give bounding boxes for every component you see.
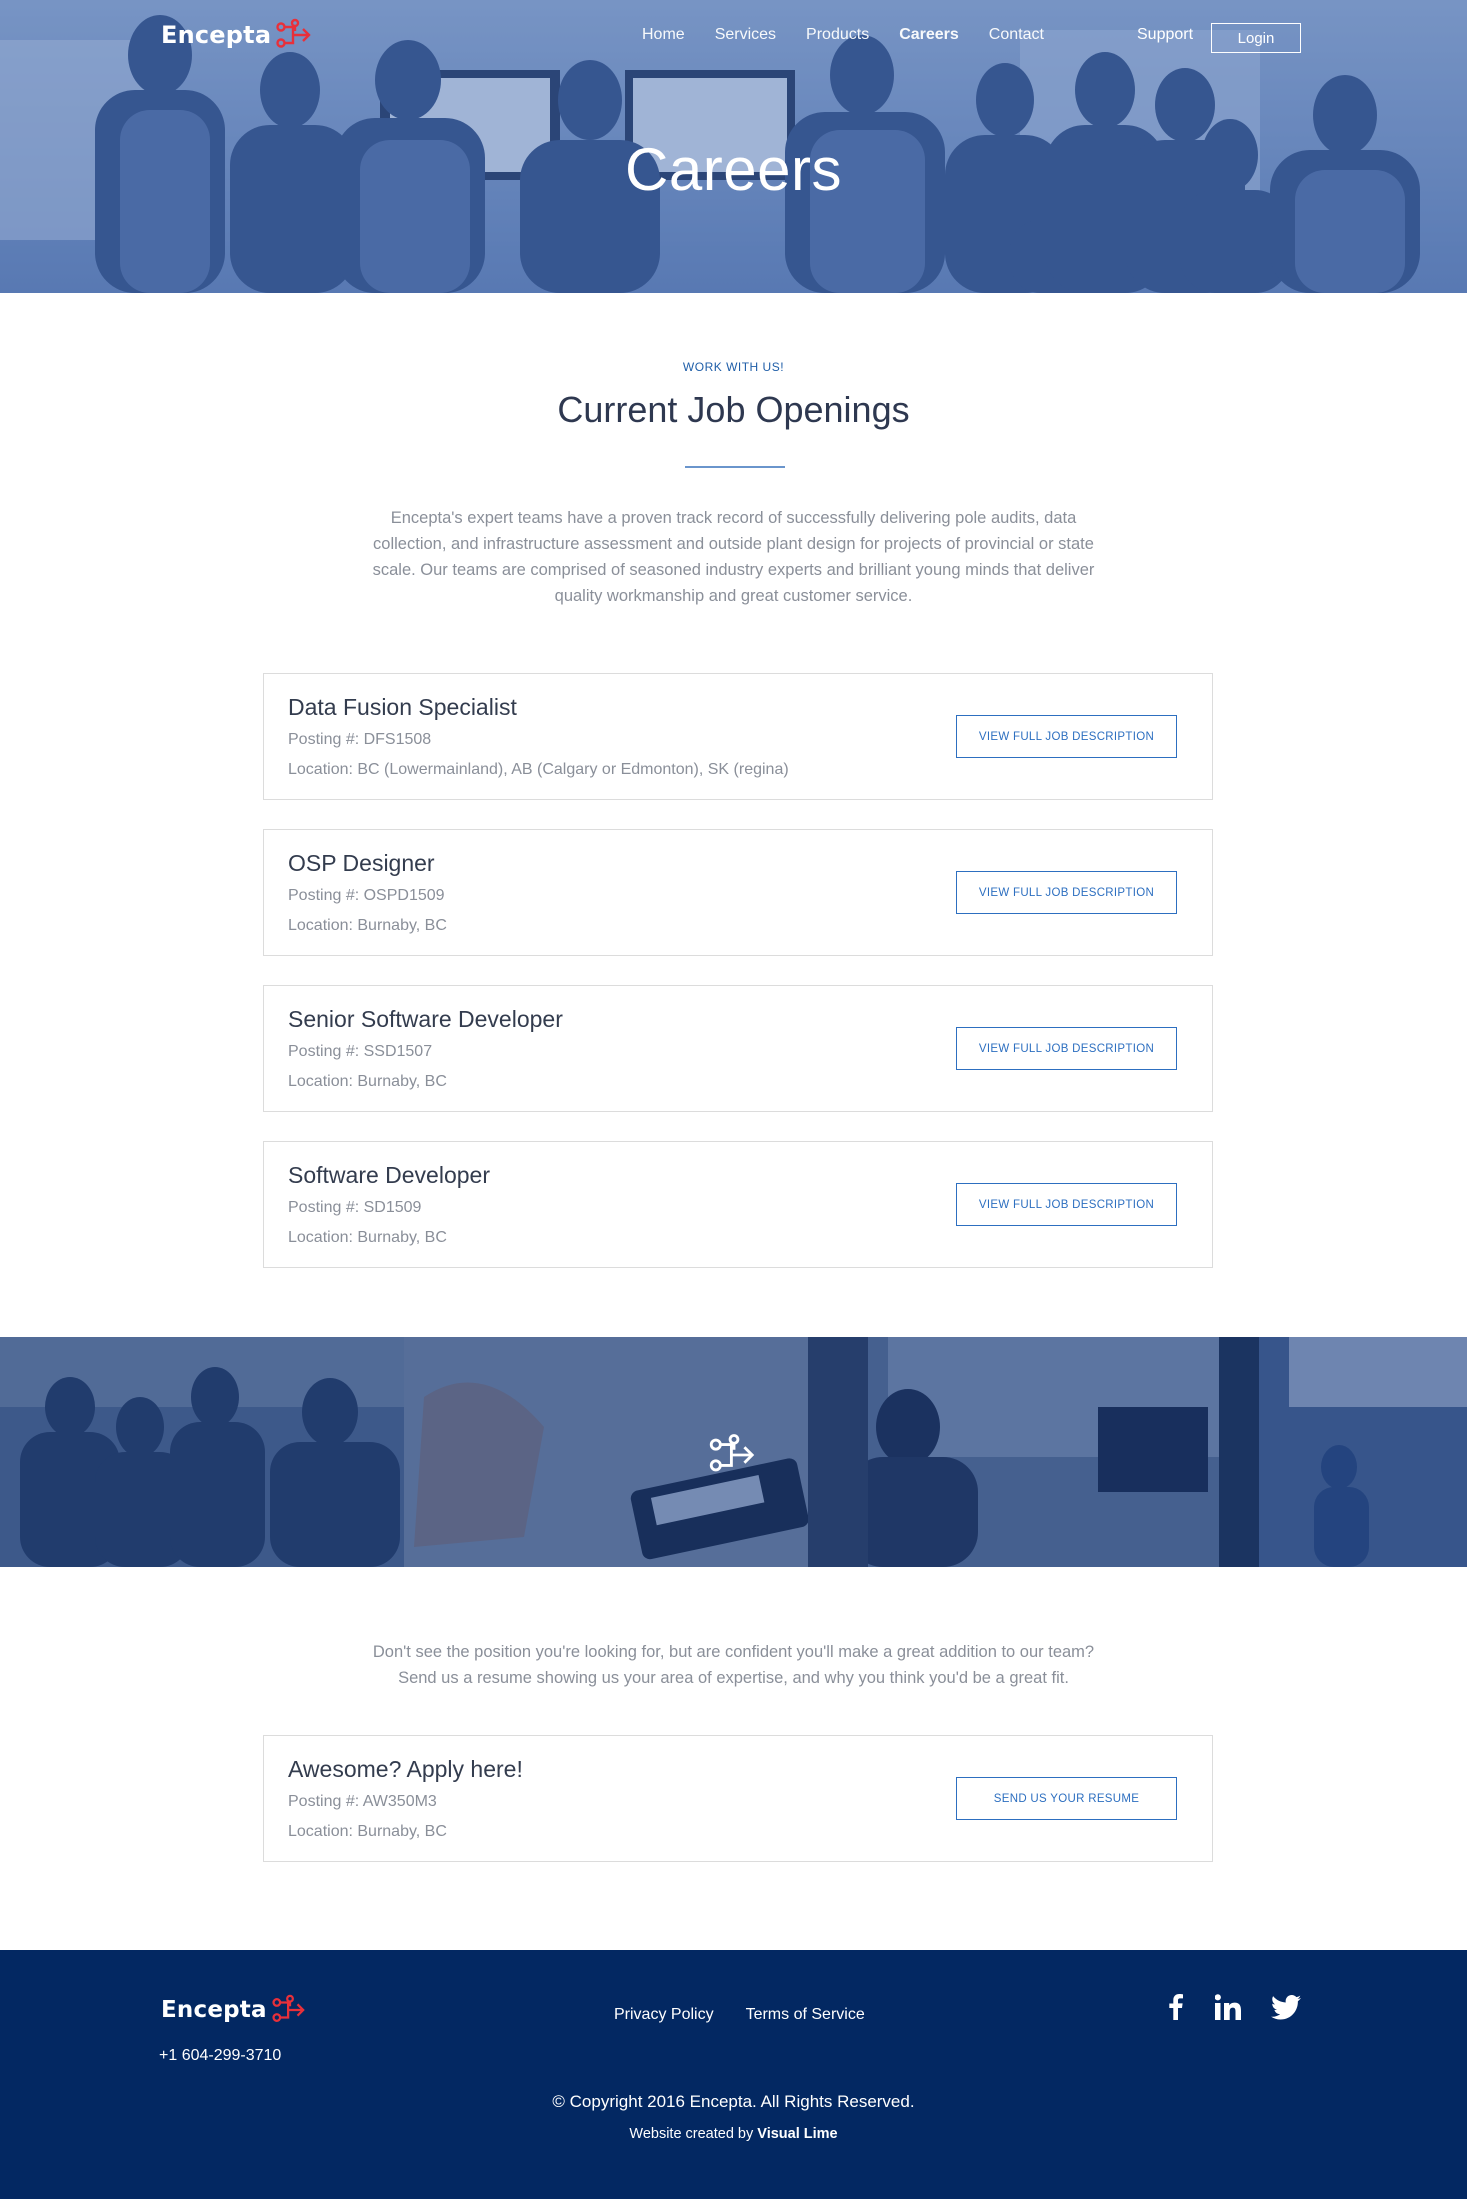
job-posting-number: Posting #: DFS1508: [288, 731, 432, 748]
cta-text: Don't see the position you're looking fo…: [0, 1639, 1467, 1691]
top-navigation: Encepta Home Services Products Careers C…: [0, 0, 1467, 76]
facebook-icon[interactable]: [1159, 1990, 1193, 2024]
cta-line-1: Don't see the position you're looking fo…: [372, 1643, 1095, 1661]
encepta-mark-icon: [709, 1434, 755, 1472]
logo-wordmark: Encepta: [161, 21, 272, 49]
job-title: Senior Software Developer: [288, 1006, 563, 1032]
logo-mark-icon: [272, 1994, 305, 2022]
send-resume-button[interactable]: SEND US YOUR RESUME: [956, 1777, 1177, 1820]
apply-section: Awesome? Apply here! Posting #: AW350M3 …: [263, 1735, 1213, 1862]
photo-tint: [808, 1337, 1219, 1567]
job-card: Software Developer Posting #: SD1509 Loc…: [263, 1141, 1213, 1268]
job-title: Data Fusion Specialist: [288, 694, 517, 720]
job-list: Data Fusion Specialist Posting #: DFS150…: [263, 673, 1213, 1297]
credit-link[interactable]: Visual Lime: [757, 2126, 837, 2142]
site-footer: Encepta +1 604-299-3710 Privacy Policy T…: [0, 1950, 1467, 2199]
logo-mark-icon: [276, 18, 311, 48]
job-location: Location: BC (Lowermainland), AB (Calgar…: [288, 761, 789, 778]
header-logo[interactable]: Encepta: [161, 18, 315, 52]
footer-logo[interactable]: Encepta: [161, 1994, 309, 2026]
photo-tint: [1219, 1337, 1467, 1567]
hero-banner: Encepta Home Services Products Careers C…: [0, 0, 1467, 293]
apply-card: Awesome? Apply here! Posting #: AW350M3 …: [263, 1735, 1213, 1862]
site-credit: Website created by Visual Lime: [0, 2126, 1467, 2142]
linkedin-icon[interactable]: [1211, 1990, 1245, 2024]
cta-line-2: Send us a resume showing us your area of…: [398, 1669, 1069, 1687]
view-job-description-button[interactable]: VIEW FULL JOB DESCRIPTION: [956, 715, 1177, 758]
job-location: Location: Burnaby, BC: [288, 917, 447, 934]
footer-links: Privacy Policy Terms of Service: [614, 2006, 897, 2024]
main-menu: Home Services Products Careers Contact: [642, 26, 1074, 44]
team-meeting-photo: [0, 1337, 404, 1567]
nav-products[interactable]: Products: [806, 26, 869, 44]
section-title: Current Job Openings: [557, 389, 910, 430]
twitter-icon[interactable]: [1269, 1990, 1303, 2024]
apply-location: Location: Burnaby, BC: [288, 1823, 447, 1840]
credit-prefix: Website created by: [629, 2126, 754, 2142]
job-location: Location: Burnaby, BC: [288, 1229, 447, 1246]
job-title: Software Developer: [288, 1162, 490, 1188]
job-posting-number: Posting #: OSPD1509: [288, 887, 445, 904]
office-sign-photo: [1219, 1337, 1467, 1567]
job-location: Location: Burnaby, BC: [288, 1073, 447, 1090]
job-card: Data Fusion Specialist Posting #: DFS150…: [263, 673, 1213, 800]
copyright-text: © Copyright 2016 Encepta. All Rights Res…: [552, 2092, 915, 2111]
nav-careers[interactable]: Careers: [899, 26, 959, 44]
office-photo-strip: [0, 1337, 1467, 1567]
job-posting-number: Posting #: SD1509: [288, 1199, 422, 1216]
section-eyebrow: WORK WITH US!: [682, 360, 785, 374]
terms-of-service-link[interactable]: Terms of Service: [746, 2006, 865, 2024]
photo-tint: [0, 1337, 404, 1567]
apply-title: Awesome? Apply here!: [288, 1756, 523, 1782]
view-job-description-button[interactable]: VIEW FULL JOB DESCRIPTION: [956, 871, 1177, 914]
nav-home[interactable]: Home: [642, 26, 685, 44]
apply-posting-number: Posting #: AW350M3: [288, 1793, 437, 1810]
job-card: Senior Software Developer Posting #: SSD…: [263, 985, 1213, 1112]
view-job-description-button[interactable]: VIEW FULL JOB DESCRIPTION: [956, 1027, 1177, 1070]
page-title: Careers: [625, 136, 842, 203]
job-card: OSP Designer Posting #: OSPD1509 Locatio…: [263, 829, 1213, 956]
view-job-description-button[interactable]: VIEW FULL JOB DESCRIPTION: [956, 1183, 1177, 1226]
footer-phone[interactable]: +1 604-299-3710: [159, 2047, 281, 2065]
intro-paragraph: Encepta's expert teams have a proven tra…: [372, 509, 1095, 605]
title-divider: [685, 466, 785, 468]
nav-support[interactable]: Support: [1137, 26, 1193, 44]
job-title: OSP Designer: [288, 850, 435, 876]
nav-services[interactable]: Services: [715, 26, 776, 44]
login-button[interactable]: Login: [1211, 23, 1301, 53]
nav-contact[interactable]: Contact: [989, 26, 1044, 44]
footer-logo-wordmark: Encepta: [161, 1997, 267, 2023]
privacy-policy-link[interactable]: Privacy Policy: [614, 2006, 714, 2024]
job-posting-number: Posting #: SSD1507: [288, 1043, 433, 1060]
developer-photo: [808, 1337, 1219, 1567]
